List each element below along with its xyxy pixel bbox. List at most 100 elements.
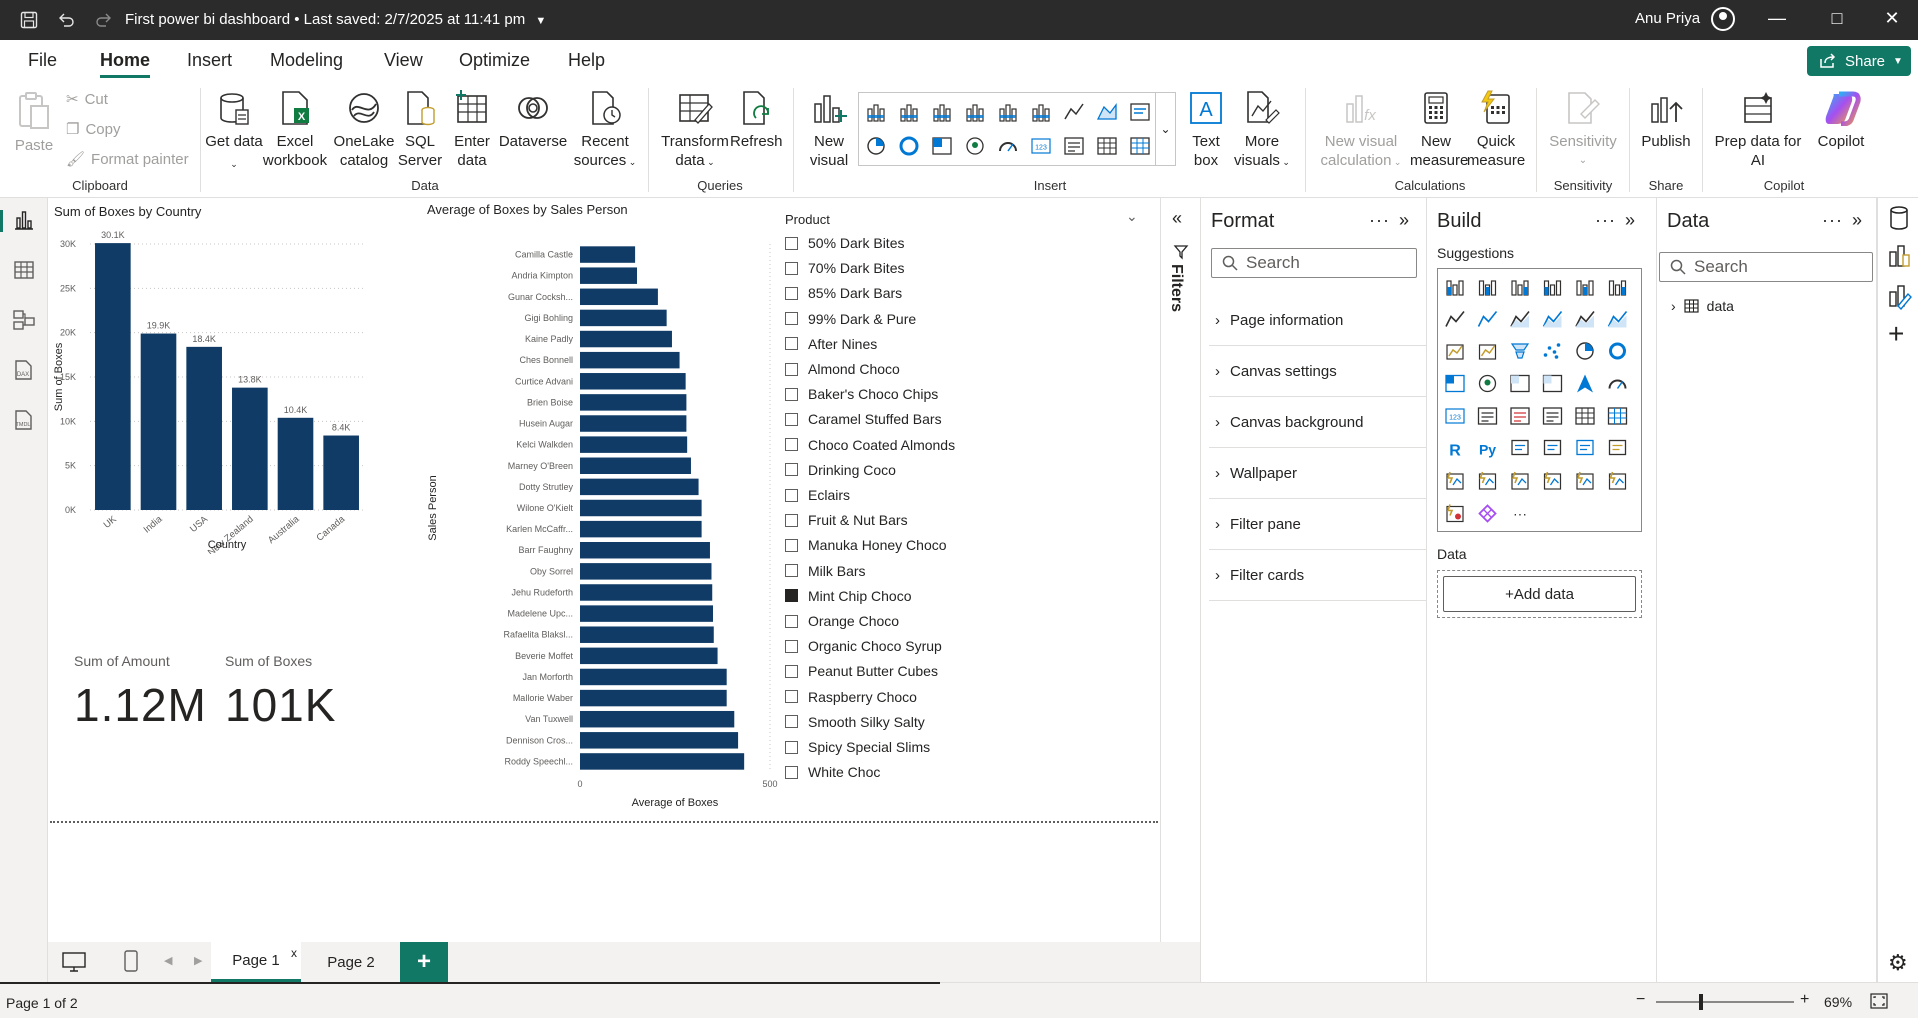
slicer-checkbox[interactable] [785, 564, 798, 578]
expand-filters-icon[interactable]: « [1172, 208, 1182, 229]
slicer-item[interactable]: Baker's Choco Chips [785, 384, 938, 404]
visual-type-icon[interactable] [1608, 439, 1627, 456]
visual-type-icon[interactable] [1608, 471, 1627, 490]
visual-type-icon[interactable] [1575, 311, 1595, 328]
slicer-checkbox[interactable] [785, 513, 798, 527]
copilot-button[interactable]: Copilot [1806, 90, 1876, 151]
visual-type-icon[interactable] [1445, 311, 1465, 327]
new-visual-button[interactable]: New visual [800, 90, 858, 170]
visual-type-icon[interactable] [1446, 280, 1464, 296]
bar[interactable] [580, 288, 658, 306]
prev-page-icon[interactable]: ◀ [164, 954, 172, 967]
slicer-item[interactable]: Almond Choco [785, 359, 900, 379]
sql-server-button[interactable]: SQL Server [395, 90, 445, 170]
onelake-catalog-button[interactable]: OneLake catalog [332, 90, 396, 170]
add-data-button[interactable]: +Add data [1443, 576, 1636, 612]
bar[interactable] [580, 520, 702, 538]
visual-type-icon[interactable] [1510, 407, 1530, 425]
hbar-chart-sales-person[interactable]: Camilla Castle Andria Kimpton Gunar Cocksh… [418, 222, 778, 814]
report-canvas[interactable]: Sum of Boxes by Country 0K 5K 10K 15K 20K 25K… [48, 198, 1160, 942]
visual-type-icon[interactable] [1577, 374, 1593, 393]
slicer-checkbox[interactable] [785, 664, 798, 678]
bar[interactable] [580, 351, 680, 369]
new-measure-button[interactable]: New measure [1410, 90, 1468, 170]
bar[interactable] [580, 394, 687, 411]
slicer-checkbox[interactable] [785, 715, 798, 729]
slicer-item[interactable]: 50% Dark Bites [785, 233, 904, 253]
slicer-checkbox[interactable] [785, 639, 798, 653]
slicer-item[interactable]: 99% Dark & Pure [785, 309, 916, 329]
slicer-checkbox[interactable] [785, 337, 798, 351]
maximize-button[interactable]: □ [1822, 8, 1852, 32]
slicer-checkbox[interactable] [785, 362, 798, 376]
visual-type-icon[interactable] [1576, 342, 1594, 360]
slicer-item[interactable]: Milk Bars [785, 561, 866, 581]
close-button[interactable]: ✕ [1877, 8, 1907, 32]
tab-view[interactable]: View [384, 50, 423, 71]
next-page-icon[interactable]: ▶ [194, 954, 202, 967]
collapse-pane-icon[interactable]: » [1852, 210, 1863, 231]
add-pane-icon[interactable]: + [1888, 320, 1904, 348]
tmdl-view-icon[interactable]: TMDL [10, 408, 38, 436]
bar-chart-country[interactable]: 0K5K10K15K20K25K30K30.1KUK19.9KIndia18.4… [48, 224, 378, 554]
section-canvas-background[interactable]: › Canvas background [1209, 398, 1429, 448]
slicer-checkbox[interactable] [785, 690, 798, 704]
visual-type-icon[interactable] [1097, 137, 1117, 155]
slicer-checkbox[interactable] [785, 261, 798, 275]
bar[interactable] [580, 605, 713, 622]
visual-type-icon[interactable] [932, 137, 952, 155]
slicer-item[interactable]: Choco Coated Almonds [785, 435, 955, 455]
tab-help[interactable]: Help [568, 50, 605, 71]
bar[interactable] [580, 330, 672, 348]
bar[interactable] [580, 309, 667, 327]
card-amount-value[interactable]: 1.12M [74, 678, 207, 732]
visual-type-icon[interactable] [1478, 504, 1497, 523]
bar[interactable] [580, 267, 637, 284]
visual-type-icon[interactable] [1607, 407, 1628, 425]
get-data-button[interactable]: Get data ⌄ [205, 90, 263, 174]
visual-type-icon[interactable] [1446, 504, 1464, 523]
tab-insert[interactable]: Insert [187, 50, 232, 71]
bar[interactable] [580, 732, 739, 749]
more-visuals-button[interactable]: More visuals ⌄ [1232, 90, 1292, 172]
zoom-in-button[interactable]: + [1800, 991, 1809, 1009]
bar[interactable] [580, 478, 699, 496]
slicer-item[interactable]: Smooth Silky Salty [785, 712, 925, 732]
visual-type-icon[interactable]: Py [1479, 442, 1496, 458]
visual-type-icon[interactable] [1510, 311, 1530, 328]
gallery-expand-icon[interactable]: ⌄ [1155, 92, 1175, 166]
bar[interactable] [580, 710, 735, 728]
visual-type-icon[interactable] [1478, 344, 1497, 360]
visual-type-icon[interactable] [1130, 137, 1150, 155]
visual-type-icon[interactable] [1608, 280, 1627, 296]
bar[interactable] [580, 246, 636, 263]
zoom-out-button[interactable]: − [1636, 991, 1645, 1009]
section-wallpaper[interactable]: › Wallpaper [1209, 449, 1429, 499]
close-page-icon[interactable]: x [291, 946, 297, 960]
minimize-button[interactable]: — [1762, 8, 1792, 32]
visual-type-icon[interactable] [998, 137, 1018, 155]
slicer-item[interactable]: Eclairs [785, 485, 850, 505]
visual-type-icon[interactable] [1130, 103, 1150, 121]
visual-type-icon[interactable] [1511, 439, 1529, 456]
slicer-checkbox[interactable] [785, 312, 798, 326]
visual-type-icon[interactable] [866, 103, 886, 122]
format-painter-button[interactable]: 🖌 Format painter [66, 150, 189, 169]
more-options-icon[interactable]: ··· [1822, 210, 1843, 231]
visual-type-icon[interactable] [1576, 439, 1594, 456]
visual-type-icon[interactable] [1511, 471, 1529, 490]
zoom-slider-thumb[interactable] [1699, 994, 1704, 1010]
visual-type-icon[interactable] [1478, 374, 1497, 393]
visual-type-icon[interactable] [1608, 379, 1627, 389]
page-tab-1[interactable]: Page 1 [211, 942, 301, 982]
zoom-level[interactable]: 69% [1824, 994, 1852, 1010]
dax-query-icon[interactable]: DAX [10, 358, 38, 386]
new-visual-calculation-button[interactable]: fx New visual calculation ⌄ [1315, 90, 1407, 172]
visual-type-icon[interactable] [1477, 407, 1498, 425]
zoom-slider[interactable] [1656, 1001, 1794, 1003]
more-options-icon[interactable]: ··· [1369, 210, 1390, 231]
bar[interactable] [580, 753, 745, 770]
mobile-layout-icon[interactable] [124, 950, 138, 977]
visual-type-icon[interactable] [1096, 103, 1117, 121]
visual-type-icon[interactable] [998, 103, 1018, 122]
